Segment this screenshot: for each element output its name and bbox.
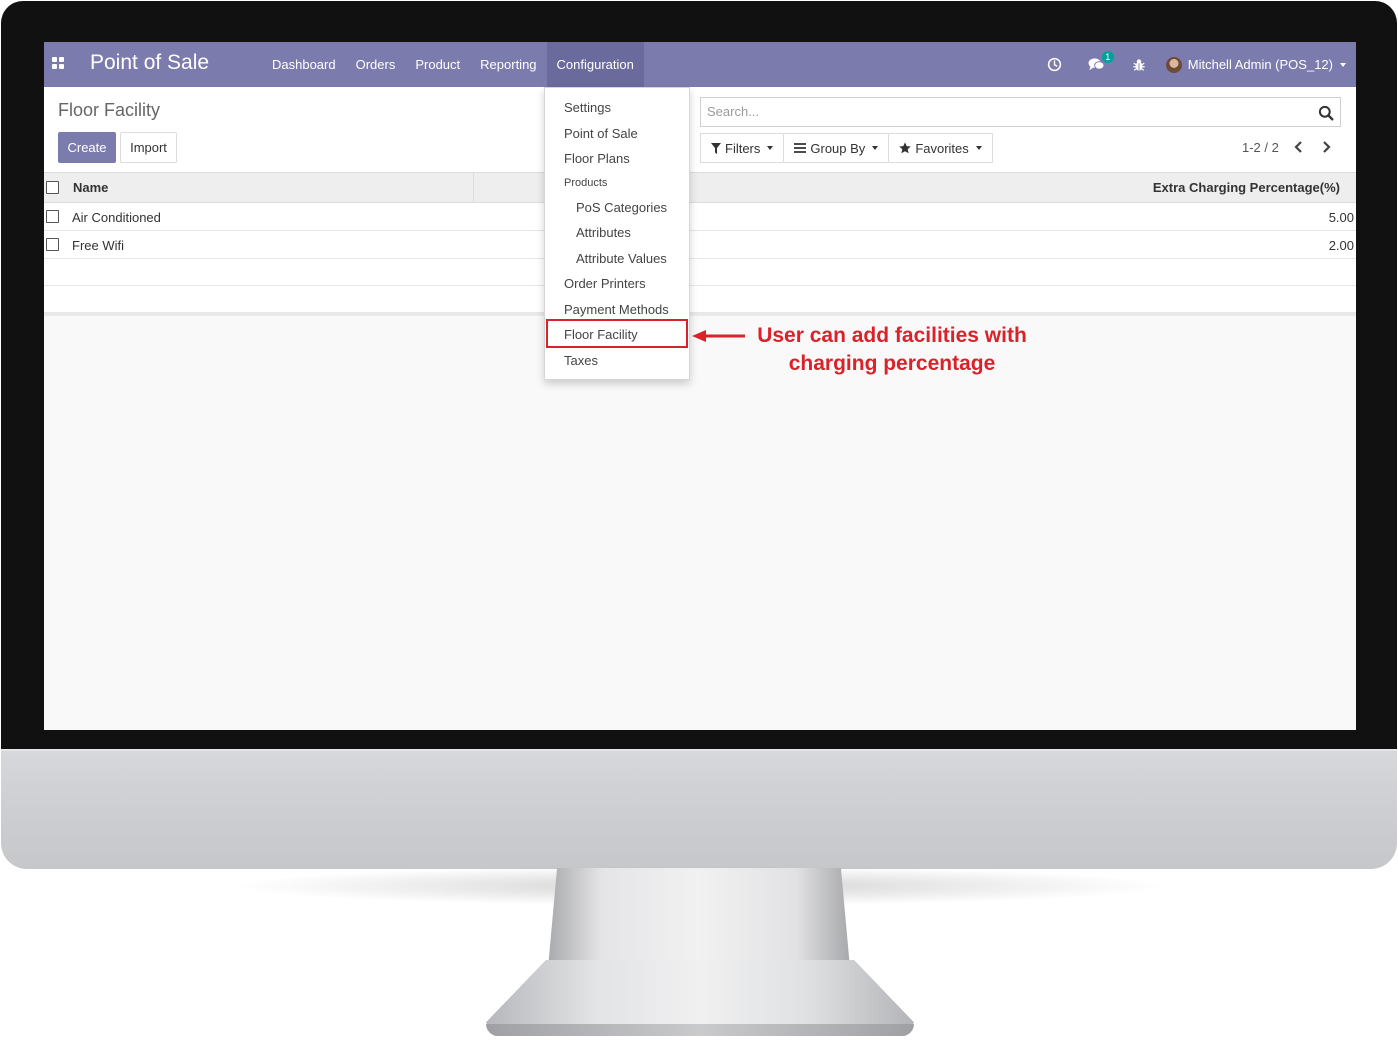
dropdown-item-taxes[interactable]: Taxes (564, 353, 598, 368)
filters-button[interactable]: Filters (700, 133, 785, 163)
dropdown-header-products: Products (564, 177, 608, 189)
group-by-button[interactable]: Group By (783, 133, 890, 163)
search-input[interactable] (707, 104, 1307, 119)
dropdown-item-order-printers[interactable]: Order Printers (564, 276, 646, 291)
chevron-down-icon (1340, 62, 1346, 67)
row-value: 5.00 (1328, 210, 1354, 225)
create-button[interactable]: Create (58, 132, 116, 163)
main-menu: Dashboard Orders Product Reporting Confi… (262, 42, 644, 87)
user-name: Mitchell Admin (POS_12) (1187, 57, 1333, 72)
menu-product[interactable]: Product (405, 42, 470, 87)
star-icon (899, 142, 912, 154)
column-extra-charging[interactable]: Extra Charging Percentage(%) (1153, 180, 1340, 195)
row-name: Free Wifi (72, 238, 124, 253)
import-button[interactable]: Import (120, 132, 177, 163)
menu-dashboard[interactable]: Dashboard (262, 42, 346, 87)
row-checkbox[interactable] (46, 238, 59, 251)
column-name[interactable]: Name (73, 180, 108, 195)
favorites-button[interactable]: Favorites (888, 133, 993, 163)
annotation-callout: User can add facilities with charging pe… (742, 322, 1042, 378)
row-name: Air Conditioned (72, 210, 161, 225)
table-row[interactable]: Air Conditioned 5.00 (44, 203, 1356, 231)
row-checkbox[interactable] (46, 210, 59, 223)
chevron-left-icon[interactable] (1291, 139, 1307, 155)
systray: 1 Mitchell Admin (POS_12) (1034, 42, 1346, 87)
configuration-dropdown: Settings Point of Sale Floor Plans Produ… (544, 87, 690, 380)
dropdown-item-floor-plans[interactable]: Floor Plans (564, 151, 630, 166)
table-header: Name Extra Charging Percentage(%) (44, 173, 1356, 203)
chevron-right-icon[interactable] (1318, 139, 1334, 155)
list-view: Name Extra Charging Percentage(%) Air Co… (44, 173, 1356, 316)
apps-grid-icon[interactable] (50, 55, 66, 71)
pager-value[interactable]: 1-2 / 2 (1242, 140, 1279, 155)
table-row[interactable]: Free Wifi 2.00 (44, 231, 1356, 259)
column-separator (473, 173, 474, 203)
menu-reporting[interactable]: Reporting (470, 42, 546, 87)
menu-orders[interactable]: Orders (346, 42, 406, 87)
chat-icon[interactable]: 1 (1088, 50, 1114, 74)
filters-label: Filters (725, 140, 761, 156)
dropdown-item-point-of-sale[interactable]: Point of Sale (564, 126, 638, 141)
top-navbar: Point of Sale Dashboard Orders Product R… (44, 42, 1356, 87)
chat-badge: 1 (1101, 50, 1114, 63)
dropdown-item-pos-categories[interactable]: PoS Categories (576, 200, 667, 215)
chevron-down-icon (872, 146, 879, 150)
dropdown-item-settings[interactable]: Settings (564, 100, 611, 115)
dropdown-item-attributes[interactable]: Attributes (576, 225, 631, 240)
monitor-stand-base (486, 1024, 914, 1036)
avatar (1165, 56, 1182, 73)
bars-icon (794, 143, 807, 153)
annotation-line-2: charging percentage (788, 352, 996, 375)
select-all-checkbox[interactable] (46, 181, 59, 194)
search-icon[interactable] (1318, 105, 1334, 121)
user-menu[interactable]: Mitchell Admin (POS_12) (1165, 56, 1346, 73)
menu-configuration[interactable]: Configuration (546, 42, 644, 87)
annotation-arrow-icon (692, 330, 745, 342)
monitor-chin (1, 749, 1397, 869)
favorites-label: Favorites (915, 140, 969, 156)
group-by-label: Group By (810, 140, 866, 156)
dropdown-item-attribute-values[interactable]: Attribute Values (576, 251, 667, 266)
dropdown-item-floor-facility[interactable]: Floor Facility (564, 327, 638, 342)
empty-row (44, 259, 1356, 286)
app-title[interactable]: Point of Sale (90, 51, 209, 75)
dropdown-item-payment-methods[interactable]: Payment Methods (564, 302, 669, 317)
table-footer (44, 313, 1356, 316)
page-title: Floor Facility (58, 100, 161, 120)
annotation-line-1: User can add facilities with (757, 324, 1027, 347)
search-options: Filters Group By Favorites (700, 133, 993, 163)
activity-clock-icon[interactable] (1046, 56, 1064, 74)
empty-row (44, 286, 1356, 313)
screen: Point of Sale Dashboard Orders Product R… (44, 42, 1356, 730)
monitor-stand-neck (548, 868, 850, 968)
chevron-down-icon (767, 146, 774, 150)
debug-bug-icon[interactable] (1130, 56, 1148, 74)
search-bar (700, 97, 1341, 127)
chevron-down-icon (975, 146, 982, 150)
row-value: 2.00 (1328, 238, 1354, 253)
control-panel: Floor Facility Create Import Filters Gro… (44, 87, 1356, 173)
filter-funnel-icon (711, 142, 721, 154)
